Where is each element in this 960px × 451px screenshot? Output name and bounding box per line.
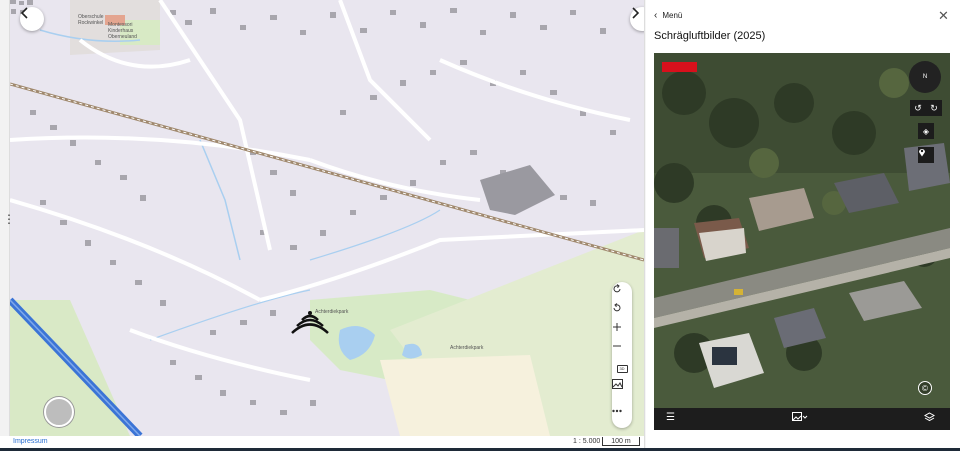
- scale-ratio: 1 : 5.000: [573, 438, 601, 445]
- rotate-right-icon: [613, 284, 621, 293]
- zoom-in-icon: [613, 323, 621, 331]
- app-root: ⋮ Oberschule Rockwinkel Montessori Kinde…: [0, 0, 960, 451]
- menu-back-link[interactable]: ‹ Menü: [654, 10, 682, 21]
- chevron-right-icon: [632, 7, 640, 19]
- creek-4: [149, 289, 311, 341]
- scale-bar: 100 m: [602, 437, 640, 446]
- image-select-dropdown[interactable]: [792, 412, 808, 425]
- rotate-left-icon[interactable]: ↺: [914, 103, 922, 114]
- image-dropdown-icon: [792, 412, 808, 421]
- rotate-left-button[interactable]: [612, 303, 632, 321]
- hamburger-menu-icon[interactable]: ☰: [666, 412, 675, 423]
- rotate-right-button[interactable]: [612, 284, 632, 302]
- more-icon: [612, 409, 622, 413]
- layers-icon[interactable]: [923, 412, 936, 425]
- impressum-link[interactable]: Impressum: [13, 438, 48, 445]
- crosshair-icon: ◈: [922, 126, 930, 136]
- more-button[interactable]: [612, 409, 632, 427]
- aerial-image-button[interactable]: [612, 379, 632, 397]
- copyright-icon[interactable]: ©: [918, 381, 932, 395]
- chevron-left-icon: ‹: [654, 10, 658, 21]
- left-collapse-strip[interactable]: ⋮: [0, 0, 15, 436]
- locate-button[interactable]: ◈: [918, 123, 934, 139]
- field-area-2: [380, 355, 550, 436]
- map-pin-icon: [919, 149, 925, 157]
- oblique-aerial-image[interactable]: N ↺ ↻ ◈ ©: [654, 53, 950, 408]
- rotate-controls: ↺ ↻: [910, 100, 942, 116]
- map-toolbar: 3D: [612, 282, 632, 428]
- aerial-image-icon: [612, 379, 623, 389]
- creek-2: [199, 139, 241, 261]
- close-icon[interactable]: ✕: [938, 8, 949, 24]
- zoom-in-button[interactable]: [612, 322, 632, 340]
- map-label-park: Achterdiekpark: [315, 309, 349, 315]
- aerial-viewer-bar: ☰: [654, 408, 950, 430]
- side-panel: ‹ Menü ✕ Schrägluftbilder (2025) N ↺ ↻ ◈…: [646, 0, 960, 448]
- creek-3: [309, 209, 441, 261]
- compass-north-label: N: [922, 74, 928, 80]
- zoom-out-icon: [613, 345, 621, 347]
- rotate-left-icon: [613, 303, 621, 312]
- map-footer: Impressum 1 : 5.000 100 m: [10, 436, 644, 448]
- aerial-photo: [654, 53, 950, 408]
- 3d-icon: 3D: [616, 365, 628, 373]
- panel-title: Schrägluftbilder (2025): [654, 30, 766, 42]
- rotate-right-icon[interactable]: ↻: [930, 103, 938, 114]
- map-label-kinderhaus: Montessori Kinderhaus Oberneuland: [108, 22, 137, 40]
- chevron-left-icon: [20, 7, 28, 19]
- 3d-button[interactable]: 3D: [612, 360, 632, 378]
- map-canvas[interactable]: [10, 0, 644, 436]
- marker-button[interactable]: [918, 147, 934, 163]
- compass-icon[interactable]: N: [909, 61, 941, 93]
- map-label-park-2: Achterdiekpark: [450, 345, 484, 351]
- map-view[interactable]: Oberschule Rockwinkel Montessori Kinderh…: [10, 0, 644, 436]
- zoom-out-button[interactable]: [612, 341, 632, 359]
- previous-button[interactable]: [20, 7, 44, 31]
- location-button[interactable]: [44, 397, 74, 427]
- brand-logo: [662, 62, 697, 72]
- menu-label: Menü: [662, 11, 683, 20]
- large-building: [480, 165, 555, 215]
